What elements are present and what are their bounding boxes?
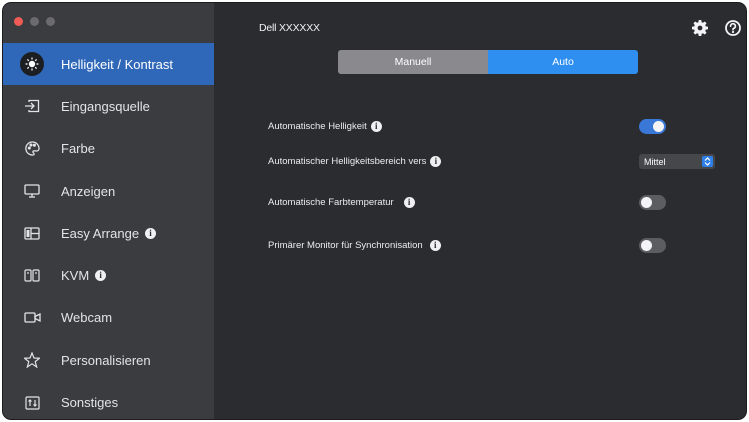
setting-auto-color-temp: Automatische Farbtemperatur i bbox=[268, 197, 415, 208]
info-icon[interactable]: i bbox=[145, 227, 157, 239]
setting-auto-brightness-range: Automatischer Helligkeitsbereich vers i bbox=[268, 156, 442, 167]
info-icon[interactable]: i bbox=[370, 121, 382, 132]
sidebar-item-label: Anzeigen bbox=[61, 183, 116, 199]
layout-icon bbox=[21, 222, 43, 244]
app-window: Helligkeit / Kontrast Eingangsquelle Far… bbox=[3, 3, 746, 419]
sidebar-item-brightness-contrast[interactable]: Helligkeit / Kontrast bbox=[3, 43, 214, 86]
sidebar-item-label: Eingangsquelle bbox=[61, 98, 150, 114]
setting-primary-sync: Primärer Monitor für Synchronisation i bbox=[268, 240, 441, 251]
sidebar-item-kvm[interactable]: KVM i bbox=[3, 254, 214, 296]
setting-label: Automatische Helligkeit bbox=[268, 121, 367, 132]
chevron-updown-icon bbox=[702, 156, 713, 167]
sidebar-item-label: Webcam bbox=[61, 310, 113, 326]
setting-label: Automatische Farbtemperatur bbox=[268, 197, 394, 208]
sidebar-item-label: Easy Arrange bbox=[61, 225, 140, 241]
sidebar-item-webcam[interactable]: Webcam bbox=[3, 297, 214, 339]
setting-label: Automatischer Helligkeitsbereich vers bbox=[268, 156, 427, 167]
mode-auto-button[interactable]: Auto bbox=[488, 50, 638, 74]
toggle-knob bbox=[641, 240, 652, 251]
toggle-knob bbox=[641, 197, 652, 208]
sidebar-item-color[interactable]: Farbe bbox=[3, 128, 214, 170]
zoom-window-button[interactable] bbox=[46, 17, 55, 26]
info-icon[interactable]: i bbox=[95, 270, 107, 282]
monitor-icon bbox=[21, 180, 43, 202]
sidebar-item-label: Helligkeit / Kontrast bbox=[61, 56, 173, 72]
window-controls bbox=[14, 17, 55, 26]
sidebar-item-label: Personalisieren bbox=[61, 352, 151, 368]
sidebar-item-input-source[interactable]: Eingangsquelle bbox=[3, 85, 214, 127]
minimize-window-button[interactable] bbox=[30, 17, 39, 26]
webcam-icon bbox=[21, 307, 43, 329]
main-panel: Dell XXXXXX Manuell Auto Automatische He… bbox=[214, 3, 746, 419]
gear-icon[interactable] bbox=[691, 19, 709, 37]
primary-sync-toggle[interactable] bbox=[639, 238, 666, 253]
page-title: Dell XXXXXX bbox=[259, 22, 320, 34]
info-icon[interactable]: i bbox=[429, 240, 441, 251]
sidebar-item-personalize[interactable]: Personalisieren bbox=[3, 339, 214, 381]
sidebar-item-label: KVM bbox=[61, 268, 90, 284]
others-icon bbox=[21, 392, 43, 414]
setting-auto-brightness: Automatische Helligkeit i bbox=[268, 121, 382, 132]
auto-brightness-toggle[interactable] bbox=[639, 119, 666, 134]
toggle-knob bbox=[653, 121, 664, 132]
setting-label: Primärer Monitor für Synchronisation bbox=[268, 240, 423, 251]
help-icon[interactable] bbox=[724, 19, 742, 37]
sidebar-item-easy-arrange[interactable]: Easy Arrange i bbox=[3, 212, 214, 254]
auto-color-temp-toggle[interactable] bbox=[639, 195, 666, 210]
brightness-icon bbox=[20, 52, 44, 77]
sidebar-item-others[interactable]: Sonstiges bbox=[3, 381, 214, 419]
info-icon[interactable]: i bbox=[430, 156, 442, 167]
sidebar-nav: Helligkeit / Kontrast Eingangsquelle Far… bbox=[3, 43, 214, 419]
mode-manual-button[interactable]: Manuell bbox=[338, 50, 488, 74]
kvm-icon bbox=[21, 265, 43, 287]
sidebar: Helligkeit / Kontrast Eingangsquelle Far… bbox=[3, 3, 214, 419]
input-source-icon bbox=[21, 95, 43, 117]
sidebar-item-display[interactable]: Anzeigen bbox=[3, 170, 214, 212]
info-icon[interactable]: i bbox=[403, 197, 415, 208]
mode-segmented-control: Manuell Auto bbox=[338, 50, 638, 74]
brightness-range-select[interactable]: Mittel bbox=[639, 154, 715, 169]
star-icon bbox=[21, 349, 43, 371]
color-palette-icon bbox=[21, 138, 43, 160]
select-value: Mittel bbox=[644, 156, 666, 167]
sidebar-item-label: Farbe bbox=[61, 141, 95, 157]
sidebar-item-label: Sonstiges bbox=[61, 395, 119, 411]
close-window-button[interactable] bbox=[14, 17, 23, 26]
